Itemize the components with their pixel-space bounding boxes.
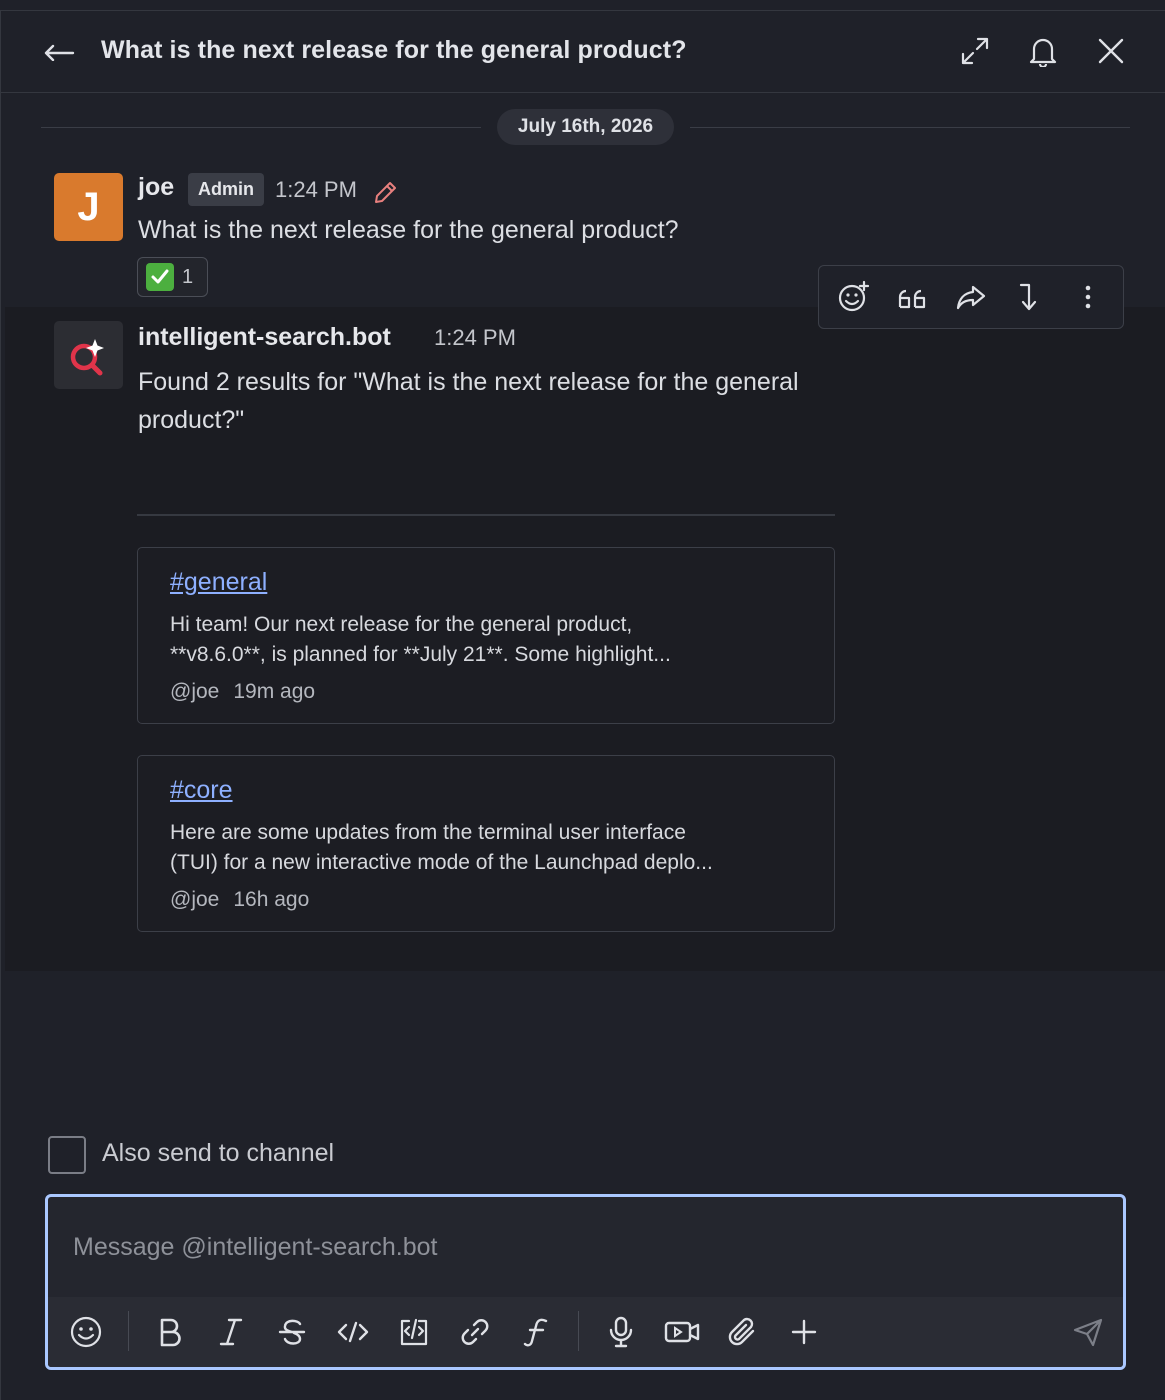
code-block-icon: [400, 1318, 428, 1346]
strikethrough-button[interactable]: [270, 1310, 314, 1354]
formula-button[interactable]: [514, 1310, 558, 1354]
close-icon: [1098, 38, 1124, 64]
divider-line: [41, 127, 481, 128]
author-name[interactable]: joe: [138, 173, 174, 202]
thread-header: What is the next release for the general…: [1, 11, 1165, 93]
toolbar-separator: [578, 1311, 579, 1351]
avatar[interactable]: J: [54, 173, 123, 241]
message-input[interactable]: [48, 1197, 1123, 1297]
more-actions-button[interactable]: [1066, 275, 1110, 319]
thread-title: What is the next release for the general…: [101, 36, 687, 64]
check-mark-icon: [146, 263, 174, 291]
also-send-label[interactable]: Also send to channel: [102, 1139, 334, 1168]
expand-icon: [961, 37, 989, 65]
link-icon: [461, 1319, 489, 1345]
channel-link[interactable]: #general: [170, 568, 267, 597]
plus-icon: [791, 1319, 817, 1345]
divider-line: [690, 127, 1130, 128]
emoji-button[interactable]: [64, 1310, 108, 1354]
smiley-icon: [70, 1316, 102, 1348]
more-formatting-button[interactable]: [782, 1310, 826, 1354]
italic-button[interactable]: [209, 1310, 253, 1354]
emoji-add-icon: [839, 280, 870, 312]
also-send-checkbox[interactable]: [48, 1136, 86, 1174]
bold-icon: [160, 1318, 181, 1347]
channel-link[interactable]: #core: [170, 776, 233, 805]
send-icon: [1073, 1318, 1103, 1347]
code-button[interactable]: [331, 1310, 375, 1354]
bell-icon: [1029, 38, 1057, 67]
function-icon: [523, 1318, 548, 1347]
dots-vertical-icon: [1085, 285, 1091, 309]
toolbar-separator: [128, 1311, 129, 1351]
follow-button[interactable]: [1023, 33, 1063, 69]
formatting-toolbar: [48, 1297, 1123, 1367]
author-name[interactable]: intelligent-search.bot: [138, 323, 391, 352]
arrow-down-icon: [1020, 283, 1037, 311]
voice-message-button[interactable]: [599, 1310, 643, 1354]
result-age: 19m ago: [233, 680, 316, 703]
date-separator: July 16th, 2026: [497, 109, 674, 145]
paperclip-icon: [728, 1317, 755, 1346]
result-snippet: Hi team! Our next release for the genera…: [170, 613, 671, 666]
result-meta: @joe 16h ago: [170, 888, 309, 912]
result-user: @joe: [170, 888, 220, 911]
message-text: What is the next release for the general…: [138, 216, 679, 244]
code-block-button[interactable]: [392, 1310, 436, 1354]
strikethrough-icon: [278, 1319, 306, 1345]
mark-unread-button[interactable]: [1007, 275, 1051, 319]
result-snippet: Here are some updates from the terminal …: [170, 821, 713, 874]
code-icon: [337, 1321, 369, 1343]
attachment-divider: [137, 514, 835, 516]
attach-button[interactable]: [721, 1310, 765, 1354]
search-result-card[interactable]: #general Hi team! Our next release for t…: [137, 547, 835, 724]
forward-button[interactable]: [949, 275, 993, 319]
bold-button[interactable]: [148, 1310, 192, 1354]
message-composer: [45, 1194, 1126, 1370]
search-result-card[interactable]: #core Here are some updates from the ter…: [137, 755, 835, 932]
italic-icon: [219, 1318, 243, 1346]
search-bot-icon: [70, 339, 104, 376]
result-user: @joe: [170, 680, 220, 703]
close-button[interactable]: [1091, 33, 1131, 69]
add-reaction-button[interactable]: [832, 275, 876, 319]
message-text: Found 2 results for "What is the next re…: [138, 368, 799, 434]
video-icon: [664, 1321, 700, 1343]
pencil-icon: [375, 182, 396, 203]
back-button[interactable]: [41, 35, 77, 67]
video-button[interactable]: [660, 1310, 704, 1354]
arrow-left-icon: [44, 44, 75, 61]
result-age: 16h ago: [233, 888, 310, 911]
quote-icon: [898, 289, 925, 309]
admin-badge: Admin: [188, 173, 264, 206]
reaction-button[interactable]: 1: [137, 257, 208, 297]
link-button[interactable]: [453, 1310, 497, 1354]
reaction-count: 1: [182, 265, 194, 288]
quote-reply-button[interactable]: [891, 275, 935, 319]
post-time[interactable]: 1:24 PM: [434, 325, 516, 351]
send-button[interactable]: [1066, 1310, 1110, 1354]
thread-panel: What is the next release for the general…: [0, 10, 1165, 1400]
share-icon: [956, 285, 986, 310]
post-time[interactable]: 1:24 PM: [275, 177, 357, 203]
microphone-icon: [609, 1316, 633, 1348]
expand-button[interactable]: [955, 33, 995, 69]
bot-avatar[interactable]: [54, 321, 123, 389]
post-hover-menu: [818, 265, 1124, 329]
result-meta: @joe 19m ago: [170, 680, 315, 704]
